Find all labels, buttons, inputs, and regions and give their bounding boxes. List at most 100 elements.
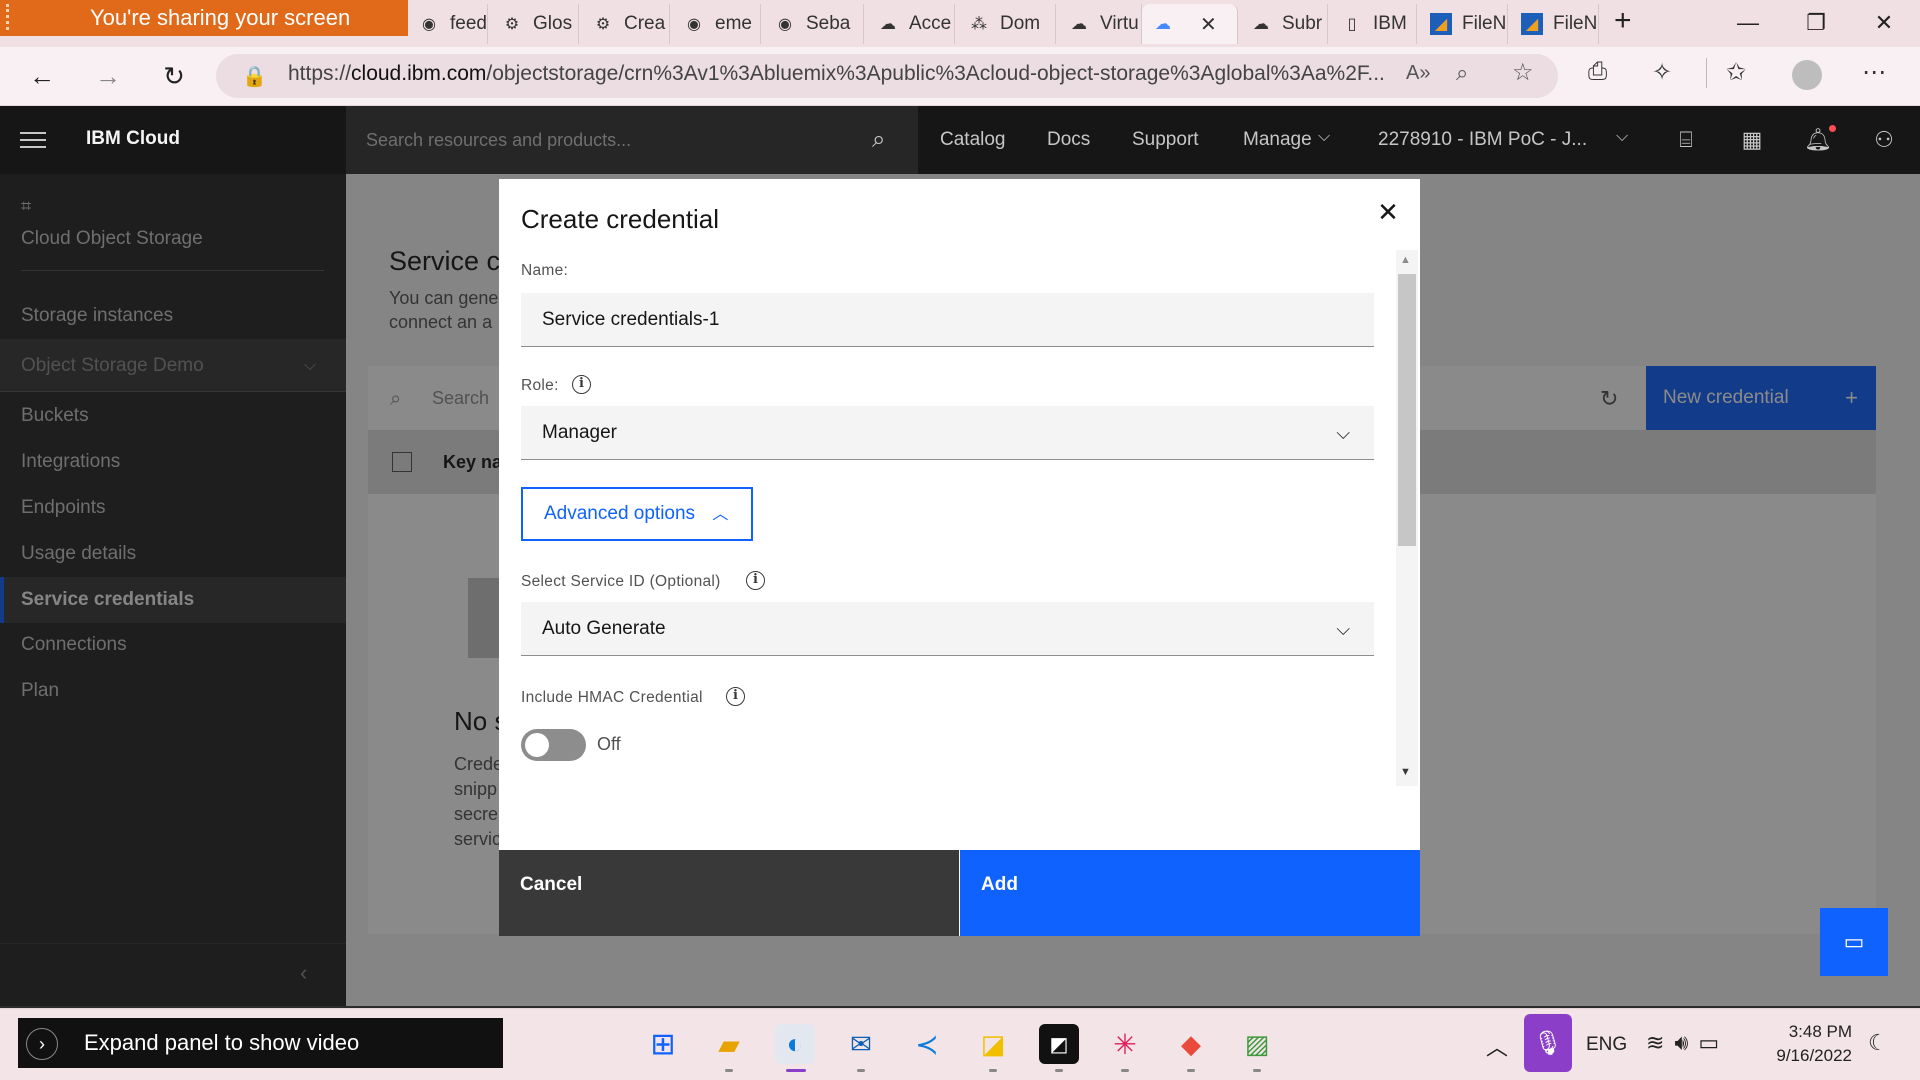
- window-close-icon[interactable]: ✕: [1850, 0, 1918, 46]
- chevron-up-icon: ︿: [712, 506, 729, 523]
- minimize-icon[interactable]: —: [1714, 0, 1782, 46]
- browser-tab[interactable]: ☁ Virtu: [1058, 4, 1142, 44]
- browser-tab[interactable]: ⚙ Glos: [491, 4, 579, 44]
- service-id-select[interactable]: Auto Generate ⌵: [521, 602, 1374, 656]
- profile-avatar[interactable]: [1792, 60, 1822, 90]
- advanced-options-button[interactable]: Advanced options ︿: [521, 487, 753, 541]
- system-clock[interactable]: 3:48 PM 9/16/2022: [1760, 1020, 1852, 1068]
- clock-time: 3:48 PM: [1788, 1022, 1852, 1041]
- extensions-icon[interactable]: ✧: [1652, 58, 1672, 87]
- print-icon[interactable]: ⎙: [1588, 58, 1607, 86]
- vscode-icon[interactable]: ≺: [907, 1024, 947, 1064]
- expand-panel-icon[interactable]: ›: [26, 1028, 58, 1060]
- favorite-add-icon[interactable]: ☆: [1512, 58, 1534, 87]
- slack-icon[interactable]: ✳: [1105, 1024, 1145, 1064]
- browser-tab[interactable]: ☁ Subr: [1240, 4, 1328, 44]
- webex-icon[interactable]: ◩: [1039, 1024, 1079, 1064]
- add-button[interactable]: Add: [960, 850, 1420, 936]
- catalog-link[interactable]: Catalog: [940, 129, 1006, 151]
- support-link[interactable]: Support: [1132, 129, 1199, 151]
- outlook-icon[interactable]: ✉: [841, 1024, 881, 1064]
- volume-icon[interactable]: 🔊︎: [1674, 1030, 1698, 1055]
- browser-tab[interactable]: ◉ Seba: [764, 4, 864, 44]
- tab-label: IBM: [1373, 13, 1407, 34]
- role-select[interactable]: Manager ⌵: [521, 406, 1374, 460]
- chevron-down-icon: ⌵: [1336, 619, 1350, 639]
- close-tab-icon[interactable]: ✕: [1200, 12, 1217, 37]
- url-text[interactable]: https://cloud.ibm.com/objectstorage/crn%…: [288, 62, 1388, 86]
- running-indicator: [1187, 1069, 1195, 1072]
- search-icon[interactable]: ⌕: [872, 126, 885, 154]
- tab-label: FileN: [1553, 13, 1598, 34]
- restore-icon[interactable]: ❐: [1782, 0, 1850, 46]
- edge-icon[interactable]: ◐: [775, 1024, 815, 1064]
- lock-icon[interactable]: 🔒: [242, 64, 267, 89]
- battery-icon[interactable]: ▭: [1698, 1030, 1729, 1055]
- info-icon[interactable]: i: [572, 375, 591, 394]
- browser-tab[interactable]: ⁂ Dom: [958, 4, 1056, 44]
- cancel-button[interactable]: Cancel: [499, 850, 959, 936]
- wifi-icon[interactable]: ≋: [1646, 1030, 1674, 1055]
- tab-label: FileN: [1462, 13, 1507, 34]
- clock-date: 9/16/2022: [1776, 1046, 1852, 1065]
- browser-tab-active[interactable]: ☁ ✕: [1142, 4, 1238, 44]
- browser-tab[interactable]: ◢ FileN: [1420, 4, 1508, 44]
- info-icon[interactable]: i: [726, 687, 745, 706]
- browser-tab[interactable]: ☁ Acce: [867, 4, 955, 44]
- notification-badge: [1829, 125, 1836, 132]
- cost-estimator-icon[interactable]: ▦: [1736, 124, 1768, 156]
- forward-icon[interactable]: →: [88, 58, 128, 94]
- cloud-icon: ☁: [1253, 16, 1269, 33]
- tab-label: Acce: [909, 13, 952, 34]
- user-icon[interactable]: ⚇: [1868, 124, 1900, 156]
- back-icon[interactable]: ←: [22, 58, 62, 94]
- focus-assist-icon[interactable]: ☾: [1868, 1030, 1888, 1056]
- filenet-icon: ◢: [1521, 13, 1543, 35]
- brand-name[interactable]: IBM Cloud: [86, 128, 180, 150]
- read-aloud-icon[interactable]: A»: [1406, 62, 1430, 85]
- file-explorer-icon[interactable]: ▰: [709, 1024, 749, 1064]
- scroll-down-icon[interactable]: ▼: [1400, 766, 1411, 778]
- close-icon[interactable]: ✕: [1372, 196, 1404, 228]
- refresh-icon[interactable]: ↻: [154, 58, 194, 94]
- new-tab-icon[interactable]: +: [1614, 4, 1632, 38]
- modal-title: Create credential: [521, 204, 719, 234]
- terminal-icon[interactable]: ⌸: [1670, 124, 1702, 156]
- toolbar-divider: [1706, 58, 1707, 88]
- sticky-notes-icon[interactable]: ◪: [973, 1024, 1013, 1064]
- tab-label: Seba: [806, 13, 851, 34]
- manage-menu[interactable]: Manage: [1243, 129, 1312, 151]
- paint-icon[interactable]: ▨: [1237, 1024, 1277, 1064]
- cloud-icon: ☁: [880, 16, 896, 33]
- browser-tab[interactable]: ⚙ Crea: [582, 4, 670, 44]
- sharing-banner-text: You're sharing your screen: [90, 5, 351, 30]
- drag-grip-icon[interactable]: [6, 4, 14, 30]
- docs-link[interactable]: Docs: [1047, 129, 1090, 151]
- running-indicator: [1055, 1069, 1063, 1072]
- scrollbar-thumb[interactable]: [1398, 274, 1416, 546]
- browser-tab[interactable]: ◉ eme: [673, 4, 761, 44]
- zoom-icon[interactable]: ⌕: [1456, 60, 1468, 86]
- search-placeholder: Search resources and products...: [366, 130, 632, 150]
- app-icon[interactable]: ◆: [1171, 1024, 1211, 1064]
- menu-icon[interactable]: [20, 127, 46, 153]
- account-switcher[interactable]: 2278910 - IBM PoC - J...: [1378, 129, 1587, 151]
- start-icon[interactable]: ⊞: [643, 1024, 683, 1064]
- browser-tab[interactable]: ▯ IBM: [1331, 4, 1417, 44]
- gear-icon: ⚙: [504, 16, 520, 33]
- favorites-icon[interactable]: ✩: [1726, 58, 1746, 87]
- name-input[interactable]: Service credentials-1: [521, 293, 1374, 347]
- feedback-chat-icon[interactable]: ▭: [1820, 908, 1888, 976]
- cloud-icon: ☁: [1155, 16, 1171, 33]
- info-icon[interactable]: i: [746, 571, 765, 590]
- scroll-up-icon[interactable]: ▲: [1400, 254, 1411, 266]
- system-tray-icons[interactable]: ≋🔊︎▭: [1646, 1030, 1729, 1056]
- microphone-icon[interactable]: 🎙︎: [1524, 1014, 1572, 1072]
- video-panel[interactable]: Expand panel to show video: [18, 1018, 503, 1068]
- chevron-down-icon: ⌵: [1336, 423, 1350, 443]
- language-indicator[interactable]: ENG: [1586, 1034, 1627, 1056]
- browser-tab[interactable]: ◉ feed: [408, 4, 488, 44]
- browser-tab[interactable]: ◢ FileN: [1511, 4, 1599, 44]
- more-options-icon[interactable]: ⋯: [1862, 58, 1886, 87]
- show-hidden-icons-icon[interactable]: ︿: [1486, 1030, 1508, 1062]
